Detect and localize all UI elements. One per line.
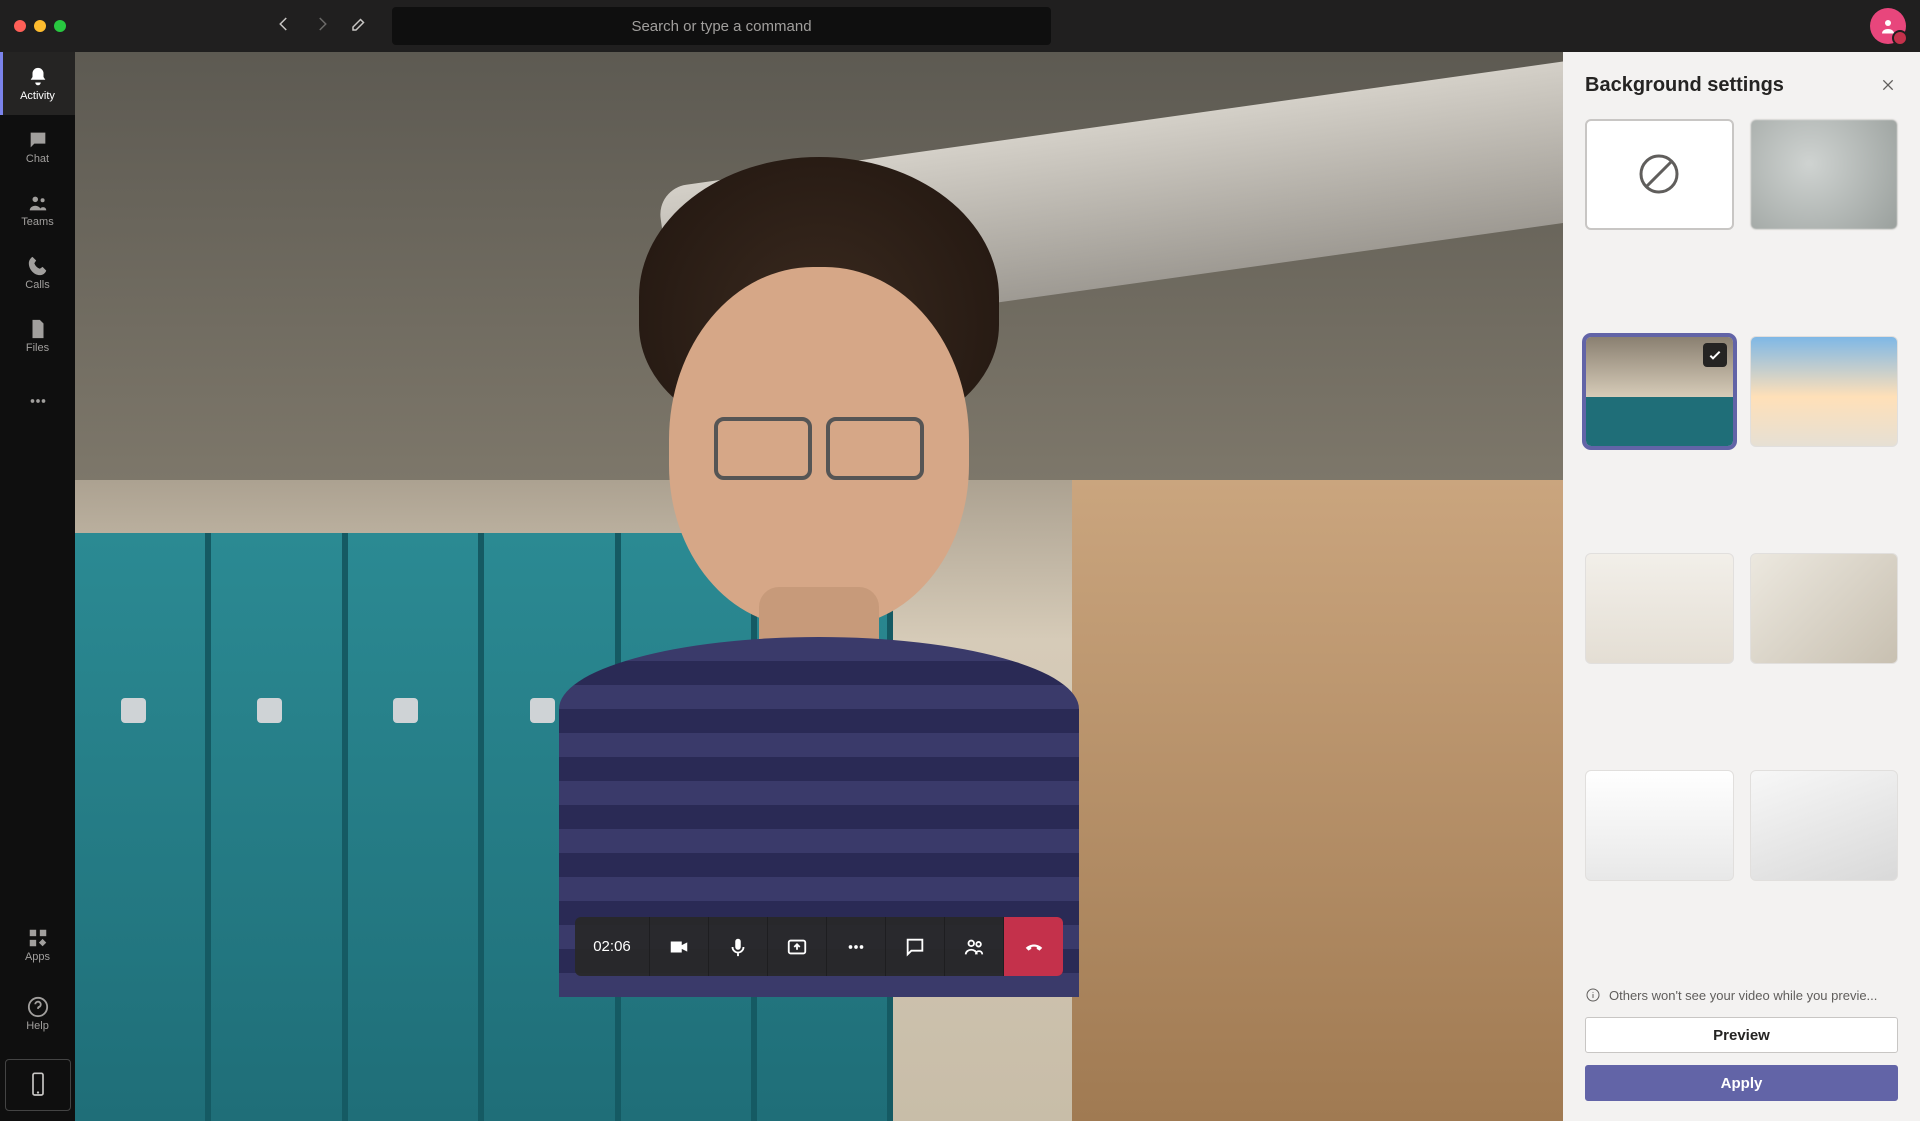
app-rail: Activity Chat Teams Calls Files Apps [0,52,75,1121]
bg-tile-3[interactable] [1585,553,1734,664]
phone-icon [27,255,49,277]
rail-label: Calls [25,279,49,291]
files-icon [27,318,49,340]
rail-label: Activity [20,90,55,102]
teams-icon [27,192,49,214]
bg-tile-4[interactable] [1750,553,1899,664]
bg-tile-6[interactable] [1750,770,1899,881]
mic-button[interactable] [709,917,768,976]
search-input[interactable]: Search or type a command [392,7,1051,45]
rail-calls[interactable]: Calls [0,241,75,304]
rail-apps[interactable]: Apps [0,913,75,976]
window-controls [14,20,66,32]
people-icon [963,936,985,958]
rail-help[interactable]: Help [0,982,75,1045]
chat-icon [27,129,49,151]
more-icon [845,936,867,958]
call-controls: 02:06 [575,917,1063,976]
rail-files[interactable]: Files [0,304,75,367]
preview-button[interactable]: Preview [1585,1017,1898,1053]
rail-label: Help [26,1020,49,1032]
bg-tile-none[interactable] [1585,119,1734,230]
self-video [559,277,1079,997]
participants-button[interactable] [945,917,1004,976]
forward-icon[interactable] [313,15,331,38]
bg-tile-2[interactable] [1750,336,1899,447]
bell-icon [27,66,49,88]
rail-label: Teams [21,216,53,228]
chat-button[interactable] [886,917,945,976]
background-grid [1563,109,1920,981]
rail-teams[interactable]: Teams [0,178,75,241]
rail-more[interactable] [0,369,75,432]
share-screen-icon [786,936,808,958]
rail-label: Chat [26,153,49,165]
rail-label: Apps [25,951,50,963]
bg-tile-blur[interactable] [1750,119,1899,230]
device-toggle[interactable] [5,1059,71,1111]
check-icon [1703,343,1727,367]
mic-icon [727,936,749,958]
more-icon [27,390,49,412]
background-settings-panel: Background settings Others won't see you… [1563,52,1920,1121]
rail-activity[interactable]: Activity [0,52,75,115]
chat-icon [904,936,926,958]
apply-button[interactable]: Apply [1585,1065,1898,1101]
apps-icon [27,927,49,949]
info-icon [1585,987,1601,1003]
hangup-icon [1023,936,1045,958]
title-bar: Search or type a command [0,0,1920,52]
bg-tile-5[interactable] [1585,770,1734,881]
rail-label: Files [26,342,49,354]
compose-icon[interactable] [350,15,368,38]
close-icon [1880,77,1896,93]
back-icon[interactable] [275,15,293,38]
profile-avatar[interactable] [1870,8,1906,44]
panel-title: Background settings [1585,74,1784,97]
fullscreen-window-icon[interactable] [54,20,66,32]
bg-tile-1[interactable] [1585,336,1734,447]
minimize-window-icon[interactable] [34,20,46,32]
call-timer: 02:06 [575,917,650,976]
close-window-icon[interactable] [14,20,26,32]
hangup-button[interactable] [1004,917,1063,976]
more-actions-button[interactable] [827,917,886,976]
close-panel-button[interactable] [1880,77,1898,95]
preview-info: Others won't see your video while you pr… [1563,981,1920,1009]
rail-chat[interactable]: Chat [0,115,75,178]
camera-button[interactable] [650,917,709,976]
info-text: Others won't see your video while you pr… [1609,988,1877,1003]
help-icon [27,996,49,1018]
camera-icon [668,936,690,958]
share-button[interactable] [768,917,827,976]
video-stage: 02:06 [75,52,1563,1121]
